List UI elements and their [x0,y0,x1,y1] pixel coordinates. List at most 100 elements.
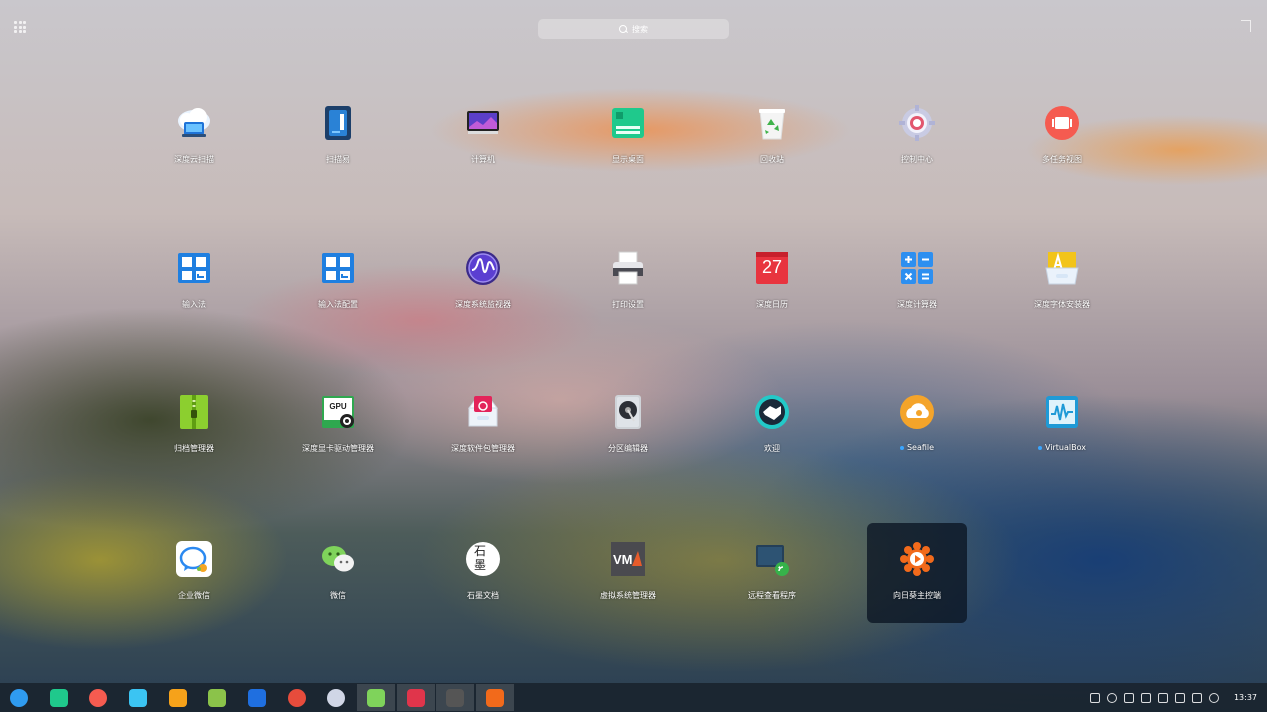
app-label: 输入法配置 [318,300,358,309]
app-gpu-driver-manager[interactable]: GPU 深度显卡驱动管理器 [288,376,388,476]
app-label-wrap: 打印设置 [612,299,644,310]
app-shimo-docs[interactable]: 石墨 石墨文档 [433,523,533,623]
dock-item-terminal[interactable] [397,684,435,711]
app-sunlogin[interactable]: 向日葵主控端 [867,523,967,623]
welcome-icon [754,394,790,430]
dock-item-show-desktop[interactable] [40,684,78,711]
app-label-wrap: 多任务视图 [1042,154,1082,165]
app-label: 企业微信 [178,591,210,600]
wifi-icon[interactable] [1157,692,1168,703]
app-computer[interactable]: 计算机 [433,87,533,187]
font-installer-icon [1044,250,1080,286]
app-label-wrap: 远程查看程序 [748,590,796,601]
app-label: 多任务视图 [1042,155,1082,164]
control-center-icon [899,105,935,141]
app-label: 扫描易 [326,155,350,164]
app-trash[interactable]: 回收站 [722,87,822,187]
virt-manager-icon: VM [610,541,646,577]
keyboard-icon[interactable] [1123,692,1134,703]
app-label-wrap: 深度软件包管理器 [451,443,515,454]
app-calculator[interactable]: 深度计算器 [867,232,967,332]
pen-icon[interactable] [1174,692,1185,703]
volume-icon[interactable] [1140,692,1151,703]
virtualbox-icon [1044,394,1080,430]
shimo-docs-icon: 石墨 [465,541,501,577]
app-label-wrap: 归档管理器 [174,443,214,454]
app-label-wrap: 计算机 [471,154,495,165]
app-wechat[interactable]: 微信 [288,523,388,623]
sunlogin-icon [486,688,504,707]
app-multitask-view[interactable]: 多任务视图 [1012,87,1112,187]
clock[interactable]: 13:37 [1234,693,1257,702]
app-label-wrap: 控制中心 [901,154,933,165]
dock-item-chrome[interactable] [278,684,316,711]
app-label-wrap: 微信 [330,590,346,601]
app-show-desktop[interactable]: 显示桌面 [578,87,678,187]
app-label: 深度日历 [756,300,788,309]
computer-icon [465,105,501,141]
dock-item-wechat[interactable] [357,684,395,711]
dock-item-archive[interactable] [159,684,197,711]
app-label: 输入法 [182,300,206,309]
seafile-icon [899,394,935,430]
app-label: 显示桌面 [612,155,644,164]
app-calendar[interactable]: 27 深度日历 [722,232,822,332]
power-icon[interactable] [1208,692,1219,703]
app-input-method[interactable]: 输入法 [144,232,244,332]
app-label-wrap: VirtualBox [1037,443,1086,452]
app-label: 归档管理器 [174,444,214,453]
app-label-wrap: 深度系统监视器 [455,299,511,310]
archive-manager-icon [176,394,212,430]
archive-icon [169,688,187,707]
app-scanner[interactable]: 扫描易 [288,87,388,187]
app-store-icon [129,688,147,707]
app-printer[interactable]: 打印设置 [578,232,678,332]
app-seafile[interactable]: Seafile [867,376,967,476]
dock-item-app-store[interactable] [119,684,157,711]
app-glyph: VM [613,552,633,567]
app-control-center[interactable]: 控制中心 [867,87,967,187]
app-cloud-scanner[interactable]: 深度云扫描 [144,87,244,187]
app-package-manager[interactable]: 深度软件包管理器 [433,376,533,476]
app-label-wrap: 深度计算器 [897,299,937,310]
battery-icon[interactable] [1191,692,1202,703]
dock-item-virt-manager[interactable] [436,684,474,711]
dock-item-music[interactable] [198,684,236,711]
app-partition-editor[interactable]: 分区编辑器 [578,376,678,476]
dock-item-video[interactable] [238,684,276,711]
dock-item-sunlogin[interactable] [476,684,514,711]
wechat-icon [320,541,356,577]
app-label: 深度字体安装器 [1034,300,1090,309]
partition-editor-icon [610,394,646,430]
app-system-monitor[interactable]: 深度系统监视器 [433,232,533,332]
input-method-config-icon [320,250,356,286]
app-label: VirtualBox [1044,443,1086,452]
app-label-wrap: 扫描易 [326,154,350,165]
trash-icon [754,105,790,141]
app-label-wrap: 深度显卡驱动管理器 [302,443,374,454]
video-icon [248,688,266,707]
dock-item-settings[interactable] [317,684,355,711]
app-virt-manager[interactable]: VM 虚拟系统管理器 [578,523,678,623]
app-font-installer[interactable]: 深度字体安装器 [1012,232,1112,332]
app-archive-manager[interactable]: 归档管理器 [144,376,244,476]
taskbar: 13:37 [0,683,1267,712]
gpu-badge: GPU [329,402,347,411]
app-grid: 深度云扫描 扫描易 计算机 显示桌面 回收站 控制中心 多任务视图输入法 输入法配置 深度系统监… [0,0,1267,680]
package-manager-icon [465,394,501,430]
app-label: 深度系统监视器 [455,300,511,309]
app-label: 分区编辑器 [608,444,648,453]
app-input-method-config[interactable]: 输入法配置 [288,232,388,332]
usb-icon[interactable] [1089,692,1100,703]
dock-item-launcher[interactable] [0,684,38,711]
app-label-wrap: 企业微信 [178,590,210,601]
new-app-dot [1037,445,1042,450]
wechat-tray-icon[interactable] [1106,692,1117,703]
app-welcome[interactable]: 欢迎 [722,376,822,476]
app-label-wrap: 分区编辑器 [608,443,648,454]
app-virtualbox[interactable]: VirtualBox [1012,376,1112,476]
virt-manager-icon [446,688,464,707]
app-wecom[interactable]: 企业微信 [144,523,244,623]
dock-item-multitask-view[interactable] [79,684,117,711]
app-remote-viewer[interactable]: 远程查看程序 [722,523,822,623]
